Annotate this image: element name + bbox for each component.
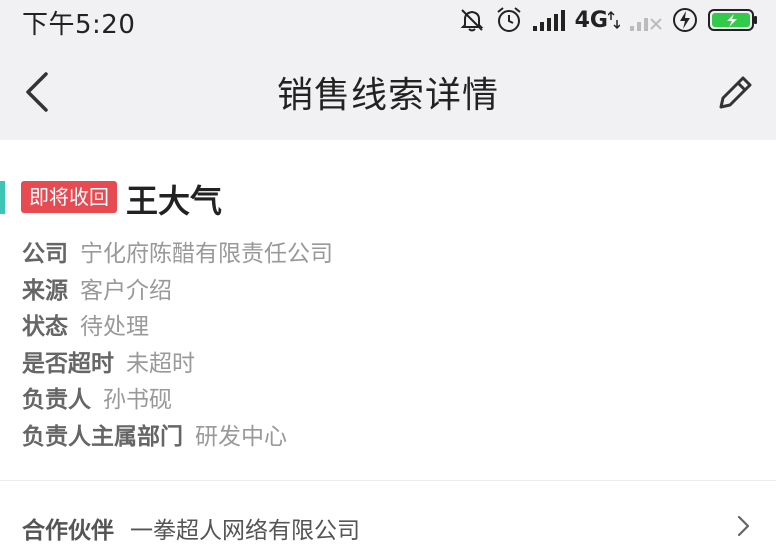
accent-bar: [0, 181, 5, 214]
status-time: 下午5:20: [22, 10, 136, 40]
lead-name: 王大气: [126, 182, 223, 220]
network-4g-icon: 4G: [575, 8, 620, 33]
signal-weak-icon: [630, 9, 662, 31]
nav-bar: 销售线索详情: [0, 42, 776, 140]
status-bar: 下午5:20 4G: [0, 0, 776, 42]
info-list: 公司 宁化府陈醋有限责任公司 来源 客户介绍 状态 待处理 是否超时 未超时 负责人 孙书…: [22, 236, 333, 455]
info-label: 状态: [22, 314, 68, 340]
status-badge: 即将收回: [21, 181, 117, 213]
info-label: 是否超时: [22, 350, 114, 377]
signal-icon: [532, 9, 565, 31]
info-value: 孙书砚: [103, 387, 172, 413]
partner-value: 一拳超人网络有限公司: [130, 518, 360, 544]
charging-icon: [672, 7, 698, 33]
info-row-status: 状态 待处理: [22, 309, 333, 346]
lead-card: 即将收回 王大气 公司 宁化府陈醋有限责任公司 来源 客户介绍 状态 待处理 是否超时…: [0, 140, 776, 480]
alarm-icon: [495, 6, 523, 34]
bell-off-icon: [459, 7, 485, 33]
info-row-company: 公司 宁化府陈醋有限责任公司: [22, 236, 333, 273]
info-row-source: 来源 客户介绍: [22, 273, 333, 310]
info-row-owner: 负责人 孙书砚: [22, 382, 333, 419]
page-title: 销售线索详情: [276, 75, 499, 116]
pencil-icon: [719, 76, 752, 109]
info-value: 客户介绍: [80, 277, 172, 304]
info-label: 公司: [22, 241, 68, 267]
battery-icon: [708, 8, 758, 32]
partner-label: 合作伙伴: [22, 518, 114, 544]
info-label: 负责人: [22, 387, 91, 413]
info-label: 来源: [22, 277, 68, 304]
partner-row[interactable]: 合作伙伴 一拳超人网络有限公司: [0, 481, 776, 547]
info-value: 研发中心: [195, 423, 287, 450]
info-value: 待处理: [80, 314, 149, 340]
status-icons: 4G: [459, 6, 758, 34]
info-value: 未超时: [126, 350, 195, 377]
info-row-owner-department: 负责人主属部门 研发中心: [22, 419, 333, 456]
info-label: 负责人主属部门: [22, 423, 183, 450]
chevron-right-icon: [737, 515, 750, 537]
info-row-timeout: 是否超时 未超时: [22, 346, 333, 383]
edit-button[interactable]: [716, 72, 756, 112]
network-label: 4G: [574, 7, 608, 33]
info-value: 宁化府陈醋有限责任公司: [80, 241, 333, 267]
